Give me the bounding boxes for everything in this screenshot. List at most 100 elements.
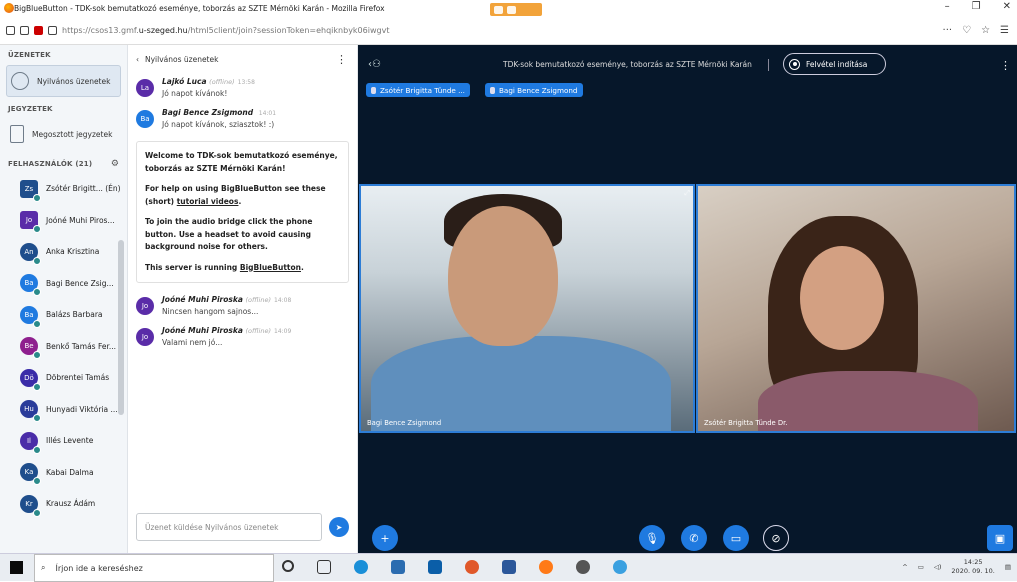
volume-icon[interactable]: ◁) (934, 563, 942, 571)
edge-icon[interactable] (354, 560, 368, 574)
app-icon[interactable] (613, 560, 627, 574)
chat-input[interactable]: Üzenet küldése Nyilvános üzenetek (136, 513, 322, 541)
user-item[interactable]: Ba Bagi Bence Zsig... (0, 268, 127, 300)
minimize-button[interactable]: – (945, 1, 950, 12)
avatar: Jo (136, 328, 154, 346)
notification-icon[interactable]: ▤ (1005, 563, 1011, 571)
record-button[interactable]: Felvétel indítása (783, 53, 886, 75)
record-icon (789, 58, 800, 70)
bbb-link[interactable]: BigBlueButton (240, 263, 301, 272)
microphone-icon (33, 414, 41, 423)
settings-icon[interactable] (576, 560, 590, 574)
file-explorer-icon[interactable] (391, 560, 405, 574)
fullscreen-icon[interactable]: ⤢ (684, 189, 690, 198)
tray-chevron-icon[interactable]: ^ (902, 563, 907, 571)
bookmark-star-icon[interactable]: ☆ (981, 25, 990, 36)
chevron-left-icon[interactable]: ‹ (136, 55, 139, 64)
user-item[interactable]: An Anka Krisztina (0, 236, 127, 268)
chat-header[interactable]: ‹ Nyilvános üzenetek ⋮ (128, 45, 357, 73)
task-view-icon[interactable] (317, 560, 331, 574)
participant-face (448, 206, 558, 346)
user-name: Bagi Bence Zsig... (46, 278, 114, 288)
chat-options-icon[interactable]: ⋮ (336, 53, 347, 66)
user-name: Joóné Muhi Piros... (46, 215, 115, 225)
shield-icon[interactable] (6, 26, 15, 35)
cortana-icon[interactable] (282, 560, 294, 572)
user-name: Zsótér Brigitt... (Én) (46, 184, 121, 194)
microphone-icon (33, 445, 41, 454)
chrome-icon[interactable] (465, 560, 479, 574)
taskbar: ⌕ Írjon ide a kereséshez ^ ▭ ◁) 14:25 20… (0, 553, 1017, 582)
microphone-button[interactable]: 🎙 (639, 525, 665, 551)
users-toggle-icon[interactable]: ‹⚇ (368, 59, 381, 70)
public-chat-item[interactable]: Nyilvános üzenetek (6, 65, 121, 97)
firefox-icon (4, 3, 14, 13)
user-name: Benkő Tamás Fer... (46, 341, 117, 351)
video-tile-1[interactable]: ⤢ Bagi Bence Zsigmond (359, 184, 695, 433)
close-button[interactable]: ✕ (1003, 1, 1011, 12)
user-item[interactable]: Jo Joóné Muhi Piros... (0, 205, 127, 237)
screenshare-button[interactable]: ⊘ (763, 525, 789, 551)
user-item[interactable]: Kr Krausz Ádám (0, 488, 127, 520)
user-item[interactable]: Hu Hunyadi Viktória ... (0, 394, 127, 426)
talking-indicator-1[interactable]: Zsótér Brigitta Tünde ... (366, 83, 470, 97)
user-name: Döbrentei Tamás (46, 373, 110, 383)
windows-start-icon[interactable] (10, 561, 23, 574)
user-name: Anka Krisztina (46, 247, 100, 257)
user-item[interactable]: Il Illés Levente (0, 425, 127, 457)
avatar: Ba (136, 110, 154, 128)
pocket-icon[interactable]: ♡ (962, 25, 971, 36)
offline-status: (offline) (209, 78, 235, 86)
menu-icon[interactable]: ☰ (1000, 25, 1009, 36)
options-icon[interactable]: ⋮ (1000, 59, 1011, 72)
participant-face (800, 246, 884, 350)
phone-button[interactable]: ✆ (681, 525, 707, 551)
chat-panel: ‹ Nyilvános üzenetek ⋮ La Lajkó Luca (off… (128, 45, 358, 553)
avatar: Dö (20, 368, 41, 391)
avatar: Hu (20, 400, 41, 423)
network-icon[interactable]: ▭ (918, 563, 924, 571)
user-item[interactable]: Ba Balázs Barbara (0, 299, 127, 331)
user-item[interactable]: Dö Döbrentei Tamás (0, 362, 127, 394)
taskbar-search[interactable]: ⌕ Írjon ide a kereséshez (34, 554, 274, 582)
user-name: Kabai Dalma (46, 467, 94, 477)
user-list-scrollbar[interactable] (118, 240, 124, 415)
shared-notes-item[interactable]: Megosztott jegyzetek (6, 119, 121, 149)
gear-icon[interactable]: ⚙ (111, 159, 119, 169)
store-icon[interactable] (428, 560, 442, 574)
video-tile-2[interactable]: Zsótér Brigitta Tünde Dr. (696, 184, 1016, 433)
page-actions-icon[interactable]: ··· (943, 25, 953, 36)
microphone-icon (33, 256, 41, 265)
user-item[interactable]: Be Benkő Tamás Fer... (0, 331, 127, 363)
tutorial-link[interactable]: tutorial videos (177, 197, 239, 206)
chat-title: Nyilvános üzenetek (145, 54, 219, 64)
url-text[interactable]: https://csos13.gmf.u-szeged.hu/html5clie… (62, 26, 389, 35)
maximize-button[interactable]: ❐ (972, 1, 981, 12)
avatar: Il (20, 431, 41, 454)
avatar: An (20, 242, 41, 265)
video-label: Zsótér Brigitta Tünde Dr. (704, 419, 788, 427)
camera-permission-icon[interactable] (34, 26, 43, 35)
url-bar[interactable]: https://csos13.gmf.u-szeged.hu/html5clie… (0, 17, 1017, 45)
message-author: Lajkó Luca (162, 77, 207, 86)
lock-icon[interactable] (20, 26, 29, 35)
send-button[interactable]: ➤ (329, 517, 349, 537)
user-item[interactable]: Zs Zsótér Brigitt... (Én) (0, 173, 127, 205)
microphone-icon (33, 382, 41, 391)
talking-indicator-2[interactable]: Bagi Bence Zsigmond (485, 83, 583, 97)
chat-bubble-icon (11, 72, 29, 90)
microphone-permission-icon[interactable] (48, 26, 57, 35)
message-author: Bagi Bence Zsigmond (162, 108, 254, 117)
firefox-taskbar-icon[interactable] (539, 560, 553, 574)
microphone-icon (371, 86, 376, 94)
camera-icon (494, 5, 503, 14)
word-icon[interactable] (502, 560, 516, 574)
camera-button[interactable]: ▭ (723, 525, 749, 551)
presentation-button[interactable]: ▣ (987, 525, 1013, 551)
sharing-indicator[interactable] (490, 3, 542, 16)
user-item[interactable]: Ka Kabai Dalma (0, 457, 127, 489)
actions-plus-button[interactable]: + (372, 525, 398, 551)
avatar: Jo (20, 211, 41, 234)
message-time: 14:08 (274, 297, 292, 304)
clock[interactable]: 14:25 2020. 09. 10. (951, 558, 994, 576)
